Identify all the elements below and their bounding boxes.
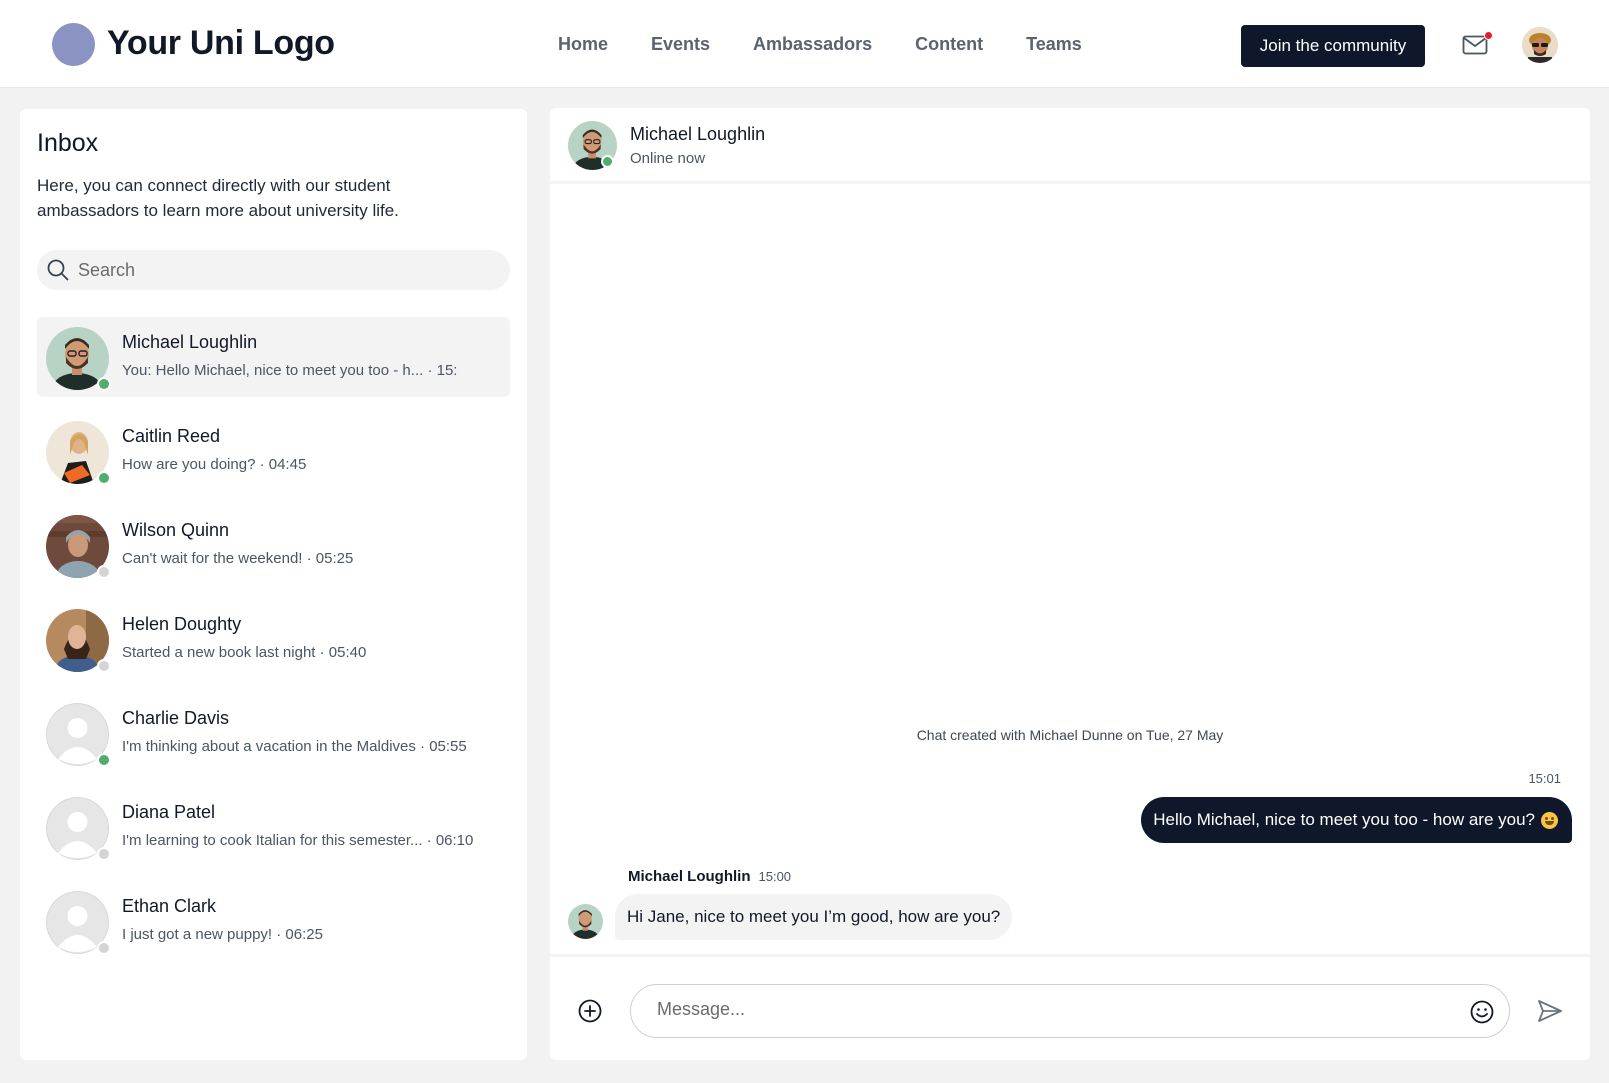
- contact-name: Diana Patel: [122, 802, 216, 822]
- chat-created-note: Chat created with Michael Dunne on Tue, …: [916, 727, 1224, 743]
- nav-ambassadors[interactable]: Ambassadors: [753, 34, 872, 55]
- online-status-dot: [97, 377, 111, 391]
- user-avatar[interactable]: [1522, 27, 1558, 63]
- main-nav: Home Events Ambassadors Content Teams: [558, 34, 1082, 55]
- inbox-description: Here, you can connect directly with our …: [37, 176, 399, 220]
- plus-circle-icon: [578, 999, 602, 1023]
- contact-name: Michael Loughlin: [122, 332, 258, 352]
- conversation-item[interactable]: Charlie Davis I'm thinking about a vacat…: [37, 693, 510, 773]
- message-input[interactable]: [657, 999, 1437, 1020]
- offline-status-dot: [97, 659, 111, 673]
- conversation-item[interactable]: Helen Doughty Started a new book last ni…: [37, 599, 510, 679]
- chat-contact-name: Michael Loughlin: [630, 124, 766, 144]
- incoming-sender-avatar-image: [568, 904, 603, 939]
- online-status-dot: [601, 155, 614, 168]
- conversation-item[interactable]: Wilson Quinn Can't wait for the weekend!…: [37, 505, 510, 585]
- online-status-dot: [97, 471, 111, 485]
- contact-name: Helen Doughty: [122, 614, 242, 634]
- contact-name: Charlie Davis: [122, 708, 230, 728]
- nav-events[interactable]: Events: [651, 34, 710, 55]
- add-attachment-button[interactable]: [577, 998, 603, 1024]
- message-input-wrapper[interactable]: [630, 984, 1510, 1038]
- outgoing-message-text: Hello Michael, nice to meet you too - ho…: [1153, 810, 1535, 829]
- message-preview: Started a new book last night · 05:40: [122, 644, 367, 661]
- search-icon: [47, 259, 69, 281]
- conversation-item[interactable]: Michael Loughlin You: Hello Michael, nic…: [37, 317, 510, 397]
- online-status-dot: [97, 753, 111, 767]
- search-bar[interactable]: [37, 250, 510, 290]
- offline-status-dot: [97, 847, 111, 861]
- conversation-item[interactable]: Ethan Clark I just got a new puppy! · 06…: [37, 881, 510, 961]
- smiley-icon: [1470, 1000, 1494, 1024]
- incoming-sender-name: Michael Loughlin: [628, 868, 751, 885]
- message-preview: I just got a new puppy! · 06:25: [122, 926, 323, 943]
- outgoing-message-bubble: Hello Michael, nice to meet you too - ho…: [1141, 797, 1572, 843]
- offline-status-dot: [97, 941, 111, 955]
- offline-status-dot: [97, 565, 111, 579]
- inbox-panel: Inbox Here, you can connect directly wit…: [20, 109, 527, 1060]
- nav-teams[interactable]: Teams: [1026, 34, 1082, 55]
- emoji-picker-button[interactable]: [1469, 999, 1495, 1025]
- chat-panel: Michael Loughlin Online now Chat created…: [550, 108, 1590, 1060]
- smile-emoji-icon: [1541, 811, 1558, 829]
- top-nav-bar: Your Uni Logo Home Events Ambassadors Co…: [0, 0, 1609, 88]
- incoming-message-text: Hi Jane, nice to meet you I’m good, how …: [627, 907, 1001, 926]
- message-preview: I'm learning to cook Italian for this se…: [122, 832, 474, 849]
- nav-content[interactable]: Content: [915, 34, 983, 55]
- outgoing-message-time: 15:01: [1528, 771, 1561, 786]
- contact-name: Ethan Clark: [122, 896, 217, 916]
- conversation-list: Michael Loughlin You: Hello Michael, nic…: [37, 317, 510, 975]
- inbox-title: Inbox: [37, 129, 99, 157]
- message-preview: How are you doing? · 04:45: [122, 456, 307, 473]
- search-input[interactable]: [78, 259, 478, 281]
- message-preview: Can't wait for the weekend! · 05:25: [122, 550, 354, 567]
- send-icon: [1538, 1000, 1562, 1022]
- chat-contact-status: Online now: [630, 150, 706, 167]
- conversation-item[interactable]: Diana Patel I'm learning to cook Italian…: [37, 787, 510, 867]
- user-avatar-image: [1522, 27, 1558, 63]
- logo-mark: [52, 23, 95, 66]
- conversation-item[interactable]: Caitlin Reed How are you doing? · 04:45: [37, 411, 510, 491]
- notification-dot: [1484, 31, 1493, 40]
- message-composer: [550, 954, 1590, 1060]
- message-preview: I'm thinking about a vacation in the Mal…: [122, 738, 467, 755]
- chat-header: Michael Loughlin Online now: [550, 108, 1590, 184]
- mail-icon[interactable]: [1462, 31, 1493, 56]
- logo-text: Your Uni Logo: [107, 24, 335, 62]
- nav-home[interactable]: Home: [558, 34, 608, 55]
- contact-name: Wilson Quinn: [122, 520, 230, 540]
- incoming-sender-avatar: [568, 904, 603, 939]
- incoming-message-bubble: Hi Jane, nice to meet you I’m good, how …: [615, 894, 1013, 940]
- join-community-button[interactable]: Join the community: [1241, 25, 1425, 67]
- message-preview: You: Hello Michael, nice to meet you too…: [122, 362, 458, 379]
- incoming-message-time: 15:00: [758, 869, 792, 884]
- send-message-button[interactable]: [1536, 997, 1564, 1025]
- contact-name: Caitlin Reed: [122, 426, 221, 446]
- incoming-message-meta: Michael Loughlin 15:00: [628, 868, 791, 885]
